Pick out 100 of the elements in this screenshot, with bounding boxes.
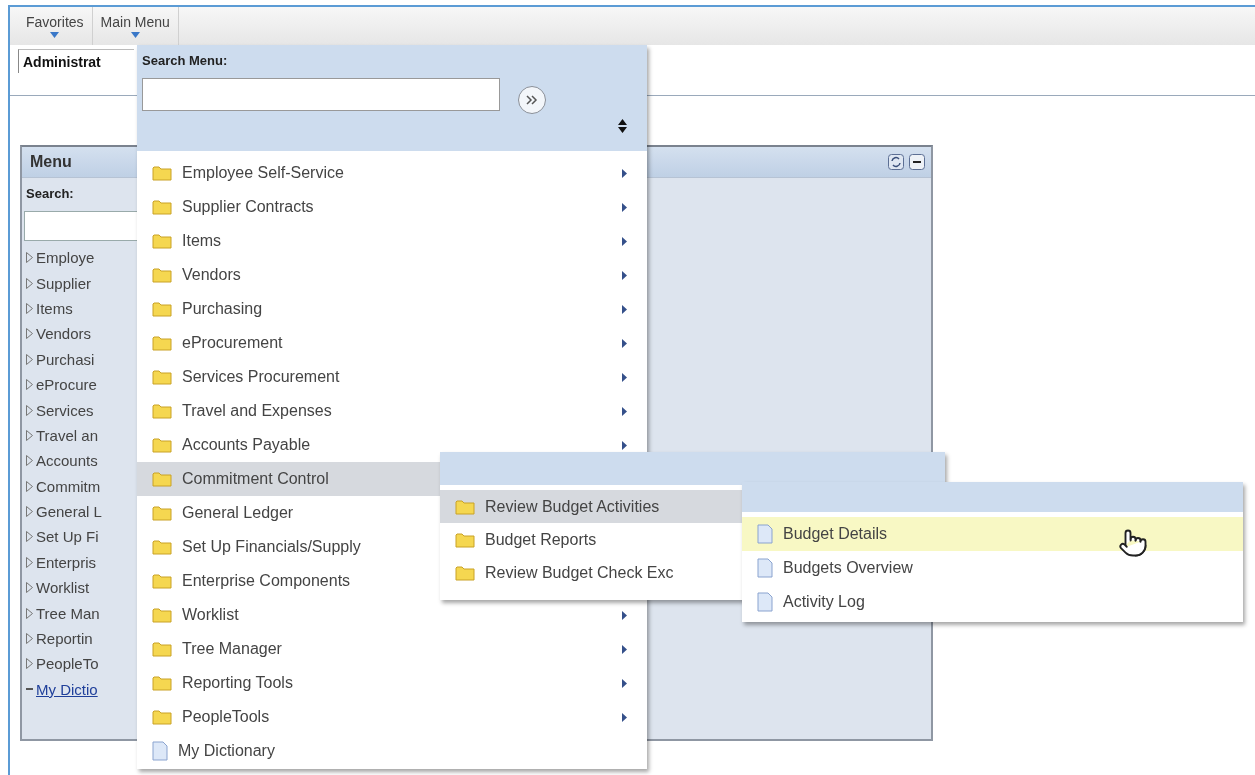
- submenu-arrow-icon: [622, 440, 627, 450]
- folder-icon: [455, 531, 475, 548]
- submenu-arrow-icon: [622, 338, 627, 348]
- search-menu-field[interactable]: [142, 77, 500, 111]
- menu-item[interactable]: Reporting Tools: [137, 666, 647, 700]
- tree-item[interactable]: Set Up Fi: [36, 528, 99, 546]
- tree-item[interactable]: eProcure: [36, 376, 97, 394]
- expand-triangle-icon[interactable]: [26, 429, 33, 441]
- submenu-arrow-icon: [622, 644, 627, 654]
- menu-item[interactable]: Budget Details: [742, 517, 1243, 551]
- go-button[interactable]: [518, 86, 546, 114]
- folder-icon: [152, 709, 172, 725]
- expand-triangle-icon[interactable]: [26, 404, 33, 416]
- folder-icon: [152, 403, 172, 419]
- folder-icon: [152, 165, 172, 181]
- folder-icon: [152, 199, 172, 215]
- submenu-arrow-icon: [622, 304, 627, 314]
- submenu-arrow-icon: [622, 406, 627, 416]
- tree-item[interactable]: Vendors: [36, 325, 92, 343]
- refresh-icon[interactable]: [888, 154, 904, 170]
- submenu-arrow-icon: [622, 610, 627, 620]
- tree-item[interactable]: Supplier: [36, 274, 92, 292]
- sort-icon[interactable]: [618, 119, 627, 133]
- submenu-arrow-icon: [622, 712, 627, 722]
- hand-cursor-icon: [1118, 528, 1148, 558]
- menu-link[interactable]: My Dictio: [36, 680, 98, 698]
- document-icon: [757, 558, 773, 578]
- submenu-arrow-icon: [622, 678, 627, 688]
- expand-triangle-icon[interactable]: [26, 633, 33, 645]
- menu-item[interactable]: Accounts Payable: [137, 428, 647, 462]
- tree-item[interactable]: Enterpris: [36, 553, 97, 571]
- menu-item[interactable]: Purchasing: [137, 292, 647, 326]
- menu-item[interactable]: Activity Log: [742, 585, 1243, 619]
- folder-icon: [152, 675, 172, 691]
- search-label: Search:: [26, 186, 75, 201]
- expand-triangle-icon[interactable]: [26, 480, 33, 492]
- menu-item[interactable]: Budgets Overview: [742, 551, 1243, 585]
- folder-icon: [152, 471, 172, 487]
- menu-item[interactable]: eProcurement: [137, 326, 647, 360]
- tree-item[interactable]: Services: [36, 401, 94, 419]
- menu-item[interactable]: Worklist: [137, 598, 647, 632]
- document-icon: [152, 741, 168, 761]
- dropdown-triangle-icon: [50, 32, 60, 38]
- expand-triangle-icon[interactable]: [26, 506, 33, 518]
- nav-menu-button[interactable]: Favorites: [18, 7, 93, 45]
- submenu-arrow-icon: [622, 270, 627, 280]
- menu-item[interactable]: PeopleTools: [137, 700, 647, 734]
- tree-item[interactable]: Reportin: [36, 630, 93, 648]
- menu-item[interactable]: Supplier Contracts: [137, 190, 647, 224]
- expand-triangle-icon[interactable]: [26, 582, 33, 594]
- tree-item[interactable]: Travel an: [36, 426, 98, 444]
- menu-item[interactable]: Items: [137, 224, 647, 258]
- folder-icon: [152, 369, 172, 385]
- pagelet-title: Menu: [30, 153, 72, 171]
- expand-triangle-icon[interactable]: [26, 607, 33, 619]
- expand-triangle-icon[interactable]: [26, 379, 33, 391]
- folder-icon: [455, 564, 475, 581]
- expand-triangle-icon[interactable]: [26, 556, 33, 568]
- expand-triangle-icon[interactable]: [26, 658, 33, 670]
- folder-icon: [152, 573, 172, 589]
- tree-item[interactable]: Accounts: [36, 452, 98, 470]
- menu-item[interactable]: My Dictionary: [137, 734, 647, 768]
- folder-icon: [455, 498, 475, 515]
- submenu-arrow-icon: [622, 202, 627, 212]
- menu-item[interactable]: Services Procurement: [137, 360, 647, 394]
- folder-icon: [152, 505, 172, 521]
- menu-item[interactable]: Vendors: [137, 258, 647, 292]
- expand-triangle-icon[interactable]: [26, 328, 33, 340]
- folder-icon: [152, 335, 172, 351]
- submenu-arrow-icon: [622, 168, 627, 178]
- dropdown-triangle-icon: [130, 32, 140, 38]
- tree-item[interactable]: Commitm: [36, 477, 101, 495]
- tree-item[interactable]: PeopleTo: [36, 655, 99, 673]
- menu-item[interactable]: Employee Self-Service: [137, 156, 647, 190]
- tree-item[interactable]: General L: [36, 503, 102, 521]
- document-icon: [757, 592, 773, 612]
- expand-triangle-icon[interactable]: [26, 531, 33, 543]
- tree-item[interactable]: Worklist: [36, 579, 90, 597]
- double-chevron-icon: [526, 95, 538, 105]
- menu-item[interactable]: Tree Manager: [137, 632, 647, 666]
- dash-icon: [26, 688, 33, 691]
- expand-triangle-icon[interactable]: [26, 353, 33, 365]
- folder-icon: [152, 607, 172, 623]
- search-menu-label: Search Menu:: [142, 53, 229, 68]
- tree-item[interactable]: Purchasi: [36, 350, 95, 368]
- folder-icon: [152, 641, 172, 657]
- tree-item[interactable]: Items: [36, 299, 73, 317]
- tree-item[interactable]: Tree Man: [36, 604, 100, 622]
- menu-item[interactable]: Travel and Expenses: [137, 394, 647, 428]
- expand-triangle-icon[interactable]: [26, 277, 33, 289]
- tree-item[interactable]: Employe: [36, 249, 95, 267]
- expand-triangle-icon[interactable]: [26, 252, 33, 264]
- minimize-icon[interactable]: [909, 154, 925, 170]
- folder-icon: [152, 301, 172, 317]
- expand-triangle-icon[interactable]: [26, 302, 33, 314]
- folder-icon: [152, 539, 172, 555]
- expand-triangle-icon[interactable]: [26, 455, 33, 467]
- page-tab[interactable]: Administrat: [18, 49, 134, 73]
- folder-icon: [152, 437, 172, 453]
- submenu-arrow-icon: [622, 236, 627, 246]
